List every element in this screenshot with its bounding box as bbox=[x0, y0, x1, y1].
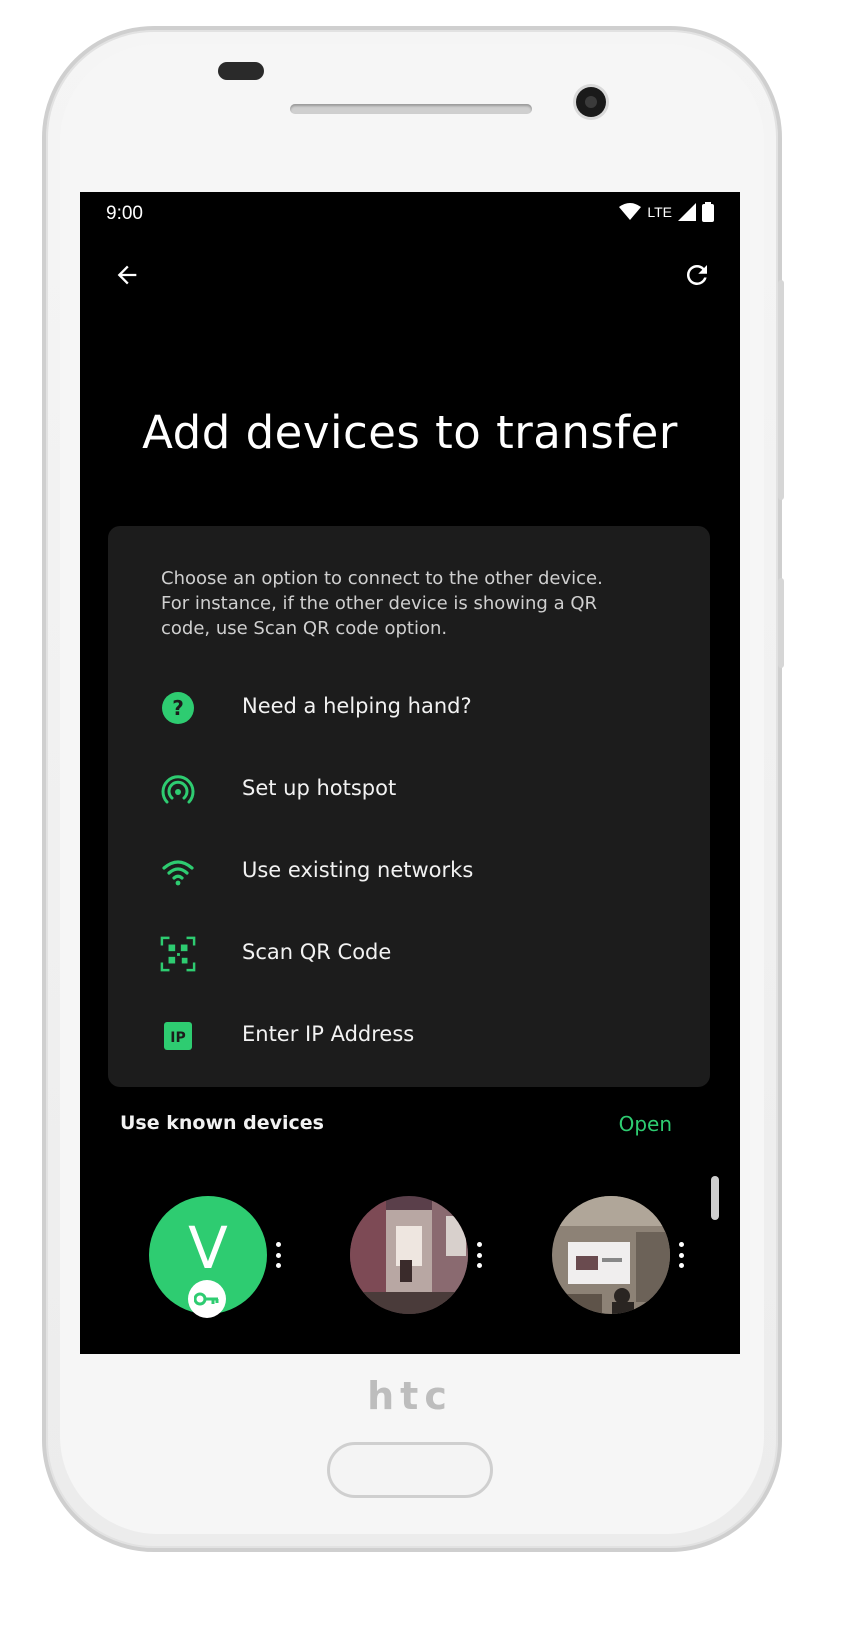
svg-text:IP: IP bbox=[170, 1030, 185, 1046]
svg-text:?: ? bbox=[172, 696, 184, 720]
signal-icon bbox=[678, 203, 696, 221]
device-avatar[interactable] bbox=[552, 1196, 670, 1314]
photo-doorway bbox=[350, 1196, 468, 1314]
avatar-letter: V bbox=[188, 1214, 228, 1282]
intro-text: Choose an option to connect to the other… bbox=[161, 566, 681, 641]
option-label: Set up hotspot bbox=[242, 776, 397, 800]
qr-scan-icon bbox=[160, 936, 196, 972]
option-enter-ip[interactable]: IP Enter IP Address bbox=[108, 1004, 710, 1064]
brand-logo: htc bbox=[367, 1374, 453, 1418]
intro-line: Choose an option to connect to the other… bbox=[161, 568, 603, 589]
option-label: Scan QR Code bbox=[242, 940, 392, 964]
wifi-icon bbox=[160, 854, 196, 890]
device-avatar[interactable] bbox=[350, 1196, 468, 1314]
photo-presentation bbox=[552, 1196, 670, 1314]
option-scan-qr[interactable]: Scan QR Code bbox=[108, 922, 710, 982]
option-label: Use existing networks bbox=[242, 858, 474, 882]
device-more-icon[interactable] bbox=[274, 1242, 282, 1268]
front-camera bbox=[576, 87, 606, 117]
app-bar bbox=[80, 252, 740, 302]
page-title: Add devices to transfer bbox=[142, 406, 678, 459]
option-existing-networks[interactable]: Use existing networks bbox=[108, 840, 710, 900]
known-devices-header: Use known devices Open bbox=[80, 1108, 740, 1142]
help-circle-icon: ? bbox=[160, 690, 196, 726]
home-button[interactable] bbox=[327, 1442, 493, 1498]
speaker-grille bbox=[290, 104, 532, 114]
device-more-icon[interactable] bbox=[677, 1242, 685, 1268]
option-help[interactable]: ? Need a helping hand? bbox=[108, 676, 710, 736]
intro-line: code, use Scan QR code option. bbox=[161, 618, 448, 639]
known-devices-label: Use known devices bbox=[120, 1112, 324, 1134]
key-icon bbox=[188, 1280, 226, 1318]
ip-icon: IP bbox=[160, 1018, 196, 1054]
refresh-button[interactable] bbox=[680, 258, 714, 292]
option-hotspot[interactable]: Set up hotspot bbox=[108, 758, 710, 818]
earpiece bbox=[218, 62, 264, 80]
back-button[interactable] bbox=[110, 258, 144, 292]
open-known-devices-link[interactable]: Open bbox=[619, 1112, 672, 1136]
intro-line: For instance, if the other device is sho… bbox=[161, 593, 597, 614]
option-label: Enter IP Address bbox=[242, 1022, 415, 1046]
network-type: LTE bbox=[647, 204, 672, 220]
refresh-icon bbox=[686, 264, 707, 285]
volume-button bbox=[778, 280, 784, 500]
device-more-icon[interactable] bbox=[475, 1242, 483, 1268]
hotspot-icon bbox=[160, 772, 196, 808]
screen: 9:00 LTE Add devices to transfer Choose … bbox=[80, 192, 740, 1354]
status-time: 9:00 bbox=[106, 203, 143, 224]
wifi-status-icon bbox=[619, 203, 642, 220]
power-button bbox=[778, 578, 784, 668]
status-icons: LTE bbox=[619, 202, 714, 222]
option-label: Need a helping hand? bbox=[242, 694, 472, 718]
battery-icon bbox=[702, 202, 714, 222]
connect-options-card: Choose an option to connect to the other… bbox=[108, 526, 710, 1087]
status-bar: 9:00 LTE bbox=[80, 192, 740, 236]
scrollbar-thumb[interactable] bbox=[711, 1176, 719, 1220]
arrow-left-icon bbox=[117, 265, 137, 285]
